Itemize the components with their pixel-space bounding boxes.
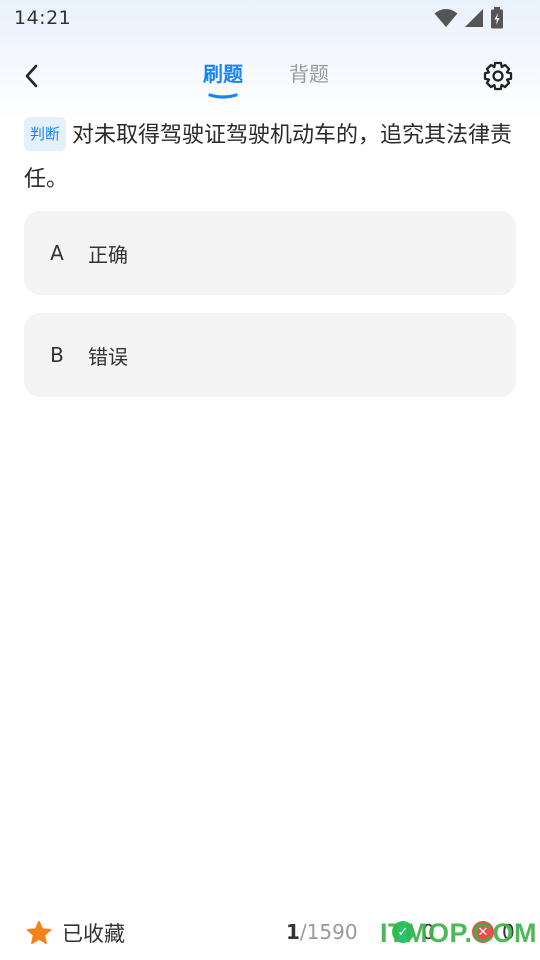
- progress-total: /1590: [299, 920, 358, 944]
- cross-icon: ✕: [472, 921, 494, 943]
- tab-practice[interactable]: 刷题: [201, 56, 245, 99]
- option-a[interactable]: A 正确: [24, 211, 516, 295]
- option-letter: B: [50, 343, 64, 367]
- favorite-label: 已收藏: [62, 922, 125, 946]
- correct-count[interactable]: ✓ 0: [392, 920, 435, 944]
- settings-button[interactable]: [480, 58, 516, 94]
- battery-icon: [490, 7, 504, 29]
- correct-count-value: 0: [422, 920, 435, 944]
- wifi-icon: [434, 8, 458, 28]
- question-text: 对未取得驾驶证驾驶机动车的，追究其法律责任。: [24, 123, 513, 192]
- status-time: 14:21: [14, 7, 72, 29]
- star-icon: [26, 920, 52, 945]
- status-icons: [434, 7, 504, 29]
- check-icon: ✓: [392, 921, 414, 943]
- tab-practice-label: 刷题: [203, 62, 243, 86]
- question-progress[interactable]: 1/1590: [286, 920, 358, 944]
- tab-active-indicator: [208, 93, 238, 99]
- option-letter: A: [50, 241, 64, 265]
- bottom-bar: 已收藏 1/1590 ✓ 0 ✕ 0: [0, 904, 540, 960]
- option-b[interactable]: B 错误: [24, 313, 516, 397]
- option-text: 正确: [88, 242, 128, 267]
- question-type-badge: 判断: [24, 117, 67, 151]
- tab-memorize[interactable]: 背题: [287, 56, 331, 99]
- question: 判断 对未取得驾驶证驾驶机动车的，追究其法律责任。: [24, 114, 518, 202]
- wrong-count-value: 0: [502, 920, 515, 944]
- wrong-count[interactable]: ✕ 0: [472, 920, 515, 944]
- status-bar: 14:21: [0, 0, 540, 36]
- option-text: 错误: [88, 344, 128, 369]
- header: 刷题 背题: [0, 48, 540, 108]
- gear-icon: [483, 61, 513, 91]
- favorite-button[interactable]: 已收藏: [26, 918, 125, 948]
- tab-bar: 刷题 背题: [0, 56, 540, 99]
- signal-icon: [464, 8, 484, 28]
- progress-current: 1: [286, 920, 300, 944]
- tab-memorize-label: 背题: [289, 62, 329, 86]
